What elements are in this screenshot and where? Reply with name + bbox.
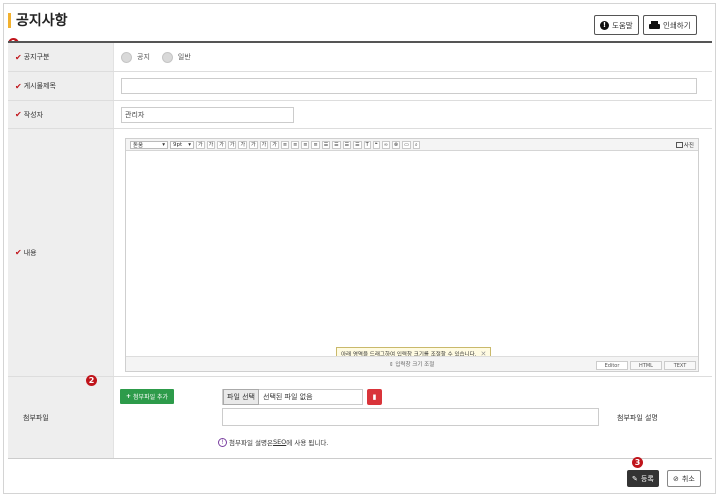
tab-html[interactable]: HTML [630, 361, 662, 370]
editor-resize-bar[interactable]: ⇕ 입력창 크기 조절 Editor HTML TEXT [126, 356, 698, 371]
seo-note: ! 첨부파일 설명은 SEO 에 사용 됩니다. [218, 437, 328, 447]
subject-label: ✔ 게시물제목 [8, 72, 114, 100]
page-title: 공지사항 [16, 13, 68, 29]
register-button[interactable]: ✎ 등록 [627, 470, 659, 487]
resize-label: ⇕ 입력창 크기 조절 [389, 362, 435, 368]
ordered-list-button[interactable]: ☰ [321, 140, 331, 149]
pencil-icon: ✎ [632, 474, 638, 483]
required-check-icon: ✔ [15, 110, 22, 119]
find-replace-button[interactable]: ⌕ [412, 140, 420, 149]
author-cell: 관리자 [114, 101, 712, 128]
help-button[interactable]: ! 도움말 [594, 15, 639, 35]
font-family-select[interactable]: 돋움 ▾ [130, 140, 168, 149]
add-attachment-button[interactable]: + 첨부파일 추가 [120, 389, 175, 404]
radio-notice-label: 공지 [137, 53, 150, 61]
bg-color-button[interactable]: 가 [249, 140, 258, 149]
radio-notice[interactable] [121, 51, 132, 63]
form-row-author: ✔ 작성자 관리자 [8, 101, 712, 129]
delete-attachment-button[interactable]: ▮ [367, 389, 382, 405]
form-row-notice-type: ✔ 공지구분 공지 일반 [8, 43, 712, 72]
plus-icon: + [126, 393, 132, 400]
printer-icon [649, 20, 660, 30]
file-input[interactable]: 파일 선택 선택된 파일 없음 [222, 389, 363, 405]
subscript-button[interactable]: 가 [270, 140, 279, 149]
outdent-button[interactable]: ☰ [342, 140, 352, 149]
no-file-text: 선택된 파일 없음 [263, 393, 313, 401]
notice-type-label: ✔ 공지구분 [8, 43, 114, 71]
special-char-button[interactable]: ⊗ [391, 140, 401, 149]
step-marker-2: 2 [86, 375, 97, 386]
required-check-icon: ✔ [15, 81, 22, 91]
attachment-label: 첨부파일 [8, 377, 114, 458]
align-left-button[interactable]: ≡ [280, 140, 290, 149]
link-button[interactable]: ∞ [381, 140, 390, 149]
unordered-list-button[interactable]: ☰ [332, 140, 341, 149]
clear-format-button[interactable]: T [363, 140, 371, 149]
notice-type-cell: 공지 일반 [114, 43, 712, 71]
print-button-label: 인쇄하기 [663, 20, 691, 30]
alert-icon: ! [600, 20, 609, 30]
seo-link[interactable]: SEO [273, 438, 286, 446]
align-right-button[interactable]: ≡ [301, 140, 310, 149]
help-button-label: 도움말 [612, 20, 633, 30]
required-check-icon: ✔ [15, 248, 22, 257]
attachment-description-input[interactable] [222, 408, 599, 426]
quote-button[interactable]: ❝ [372, 140, 380, 149]
font-size-select[interactable]: 9pt ▾ [170, 140, 194, 149]
table-button[interactable]: ▭ [402, 140, 411, 149]
rich-text-editor: 돋움 ▾ 9pt ▾ 가 가 가 가 가 가 가 가 ≡ ≡ ≡ ≡ ☰ ☰ ☰ ☰… [125, 138, 699, 372]
font-color-button[interactable]: 가 [238, 140, 248, 149]
cancel-button[interactable]: ⊘ 취소 [667, 470, 701, 487]
content-label: ✔ 내용 [8, 129, 114, 376]
radio-general-label: 일반 [177, 53, 191, 61]
italic-button[interactable]: 가 [217, 140, 226, 149]
form-row-subject: ✔ 게시물제목 [8, 72, 712, 101]
author-input[interactable]: 관리자 [121, 106, 294, 123]
editor-toolbar: 돋움 ▾ 9pt ▾ 가 가 가 가 가 가 가 가 ≡ ≡ ≡ ≡ ☰ ☰ ☰ ☰… [126, 139, 698, 151]
align-center-button[interactable]: ≡ [291, 140, 300, 149]
print-button[interactable]: 인쇄하기 [643, 15, 697, 35]
tab-editor[interactable]: Editor [596, 361, 628, 370]
radio-general[interactable] [161, 51, 173, 63]
page-header: 공지사항 [8, 10, 68, 30]
indent-button[interactable]: ☰ [353, 140, 362, 149]
title-accent-bar [8, 12, 11, 28]
photo-button[interactable]: 사진 [675, 141, 694, 149]
author-label: ✔ 작성자 [8, 101, 114, 128]
tab-text[interactable]: TEXT [664, 361, 696, 370]
bold-button[interactable]: 가 [196, 140, 205, 149]
file-select-button[interactable]: 파일 선택 [223, 389, 259, 405]
editor-content-area[interactable] [126, 151, 698, 356]
superscript-button[interactable]: 가 [259, 140, 269, 149]
subject-cell [114, 72, 712, 100]
info-icon: ! [218, 437, 227, 447]
step-marker-3: 3 [632, 457, 643, 468]
subject-input[interactable] [121, 78, 697, 94]
image-icon [675, 141, 683, 148]
underline-button[interactable]: 가 [206, 140, 216, 149]
editor-mode-tabs: Editor HTML TEXT [596, 361, 696, 370]
required-check-icon: ✔ [15, 52, 22, 62]
strike-button[interactable]: 가 [227, 140, 237, 149]
align-justify-button[interactable]: ≡ [311, 140, 320, 149]
trash-icon: ▮ [372, 393, 377, 401]
attachment-description-label: 첨부파일 설명 [617, 414, 658, 422]
cancel-icon: ⊘ [673, 474, 679, 483]
